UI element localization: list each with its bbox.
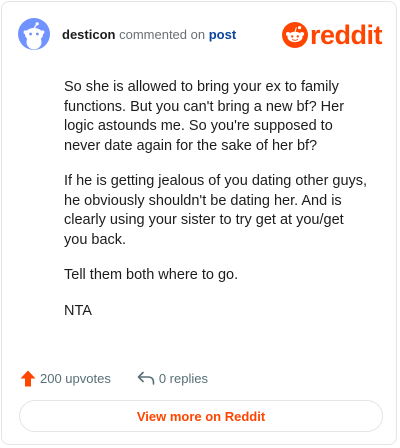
comment-byline: desticon commented on post [62, 27, 236, 43]
author-name[interactable]: desticon [62, 27, 115, 42]
reply-stat[interactable]: 0 replies [137, 371, 208, 386]
reply-count: 0 replies [158, 370, 208, 386]
comment-footer: 200 upvotes 0 replies [20, 368, 208, 388]
post-link[interactable]: post [209, 27, 236, 42]
avatar[interactable] [18, 18, 50, 50]
view-more-button[interactable]: View more on Reddit [19, 400, 383, 432]
reddit-wordmark: reddit [309, 20, 383, 50]
comment-header: desticon commented on post reddit [18, 18, 383, 52]
reply-arrow-icon [137, 371, 155, 385]
embedded-comment-card: desticon commented on post reddit So she… [1, 1, 397, 445]
reddit-logo[interactable]: reddit [281, 18, 383, 52]
comment-paragraph: If he is getting jealous of you dating o… [64, 173, 368, 248]
upvote-arrow-icon [20, 370, 36, 386]
upvote-stat[interactable]: 200 upvotes [20, 370, 111, 387]
reddit-snoo-icon [281, 22, 308, 48]
upvote-count: 200 upvotes [40, 370, 111, 386]
byline-action: commented on [119, 27, 206, 42]
comment-paragraph: So she is allowed to bring your ex to fa… [64, 79, 345, 154]
comment-paragraph: NTA [64, 302, 92, 319]
comment-paragraph: Tell them both where to go. [64, 267, 239, 283]
comment-body: So she is allowed to bring your ex to fa… [64, 78, 370, 337]
